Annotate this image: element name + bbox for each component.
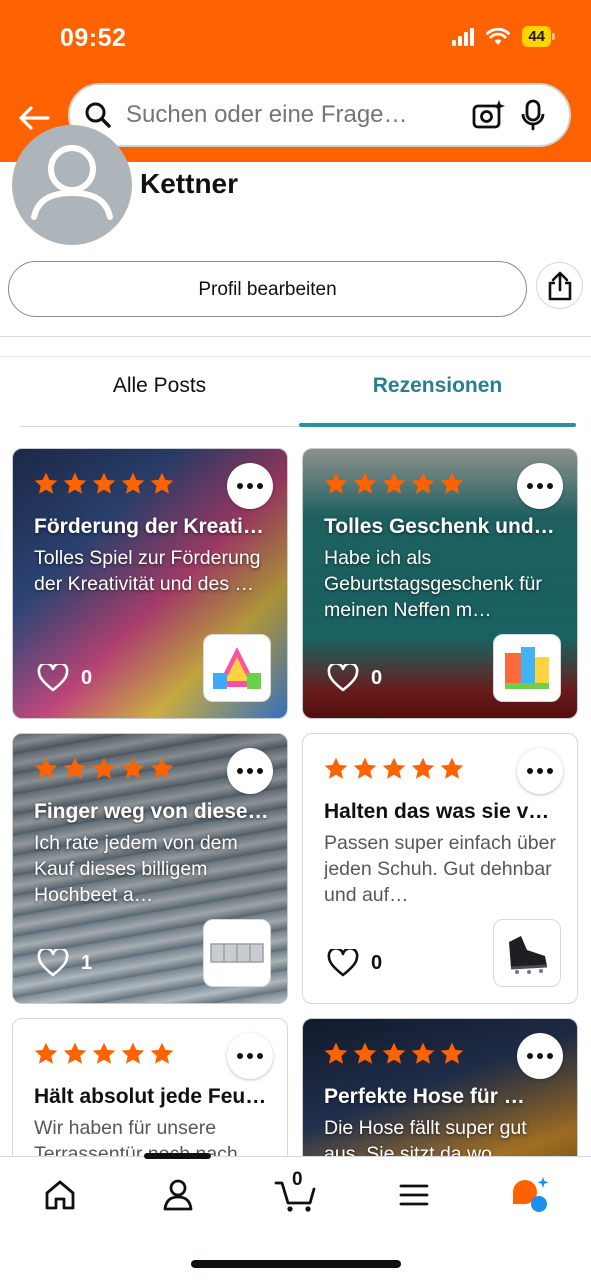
star-icon [63, 472, 87, 494]
star-icon [411, 472, 435, 494]
nav-home[interactable] [28, 1171, 92, 1219]
star-icon [440, 757, 464, 779]
star-icon [324, 472, 348, 494]
nav-menu[interactable] [382, 1171, 446, 1219]
star-icon [92, 472, 116, 494]
heart-icon [37, 949, 69, 977]
star-icon [324, 757, 348, 779]
star-icon [63, 1042, 87, 1064]
product-thumbnail[interactable] [203, 634, 271, 702]
magnetic-tiles-thumbnail [213, 647, 261, 689]
review-card[interactable]: Finger weg von diesem Hochbeet Ich rate … [12, 733, 288, 1004]
review-title: Hält absolut jede Feuchtigkeit [34, 1085, 269, 1108]
review-text: Ich rate jedem von dem Kauf dieses billi… [34, 832, 238, 906]
like-count: 0 [371, 666, 383, 689]
star-icon [34, 757, 58, 779]
account-icon [163, 1179, 193, 1211]
more-options-button[interactable] [227, 1033, 273, 1079]
star-icon [382, 472, 406, 494]
review-card[interactable]: Förderung der Kreativität Tolles Spiel z… [12, 448, 288, 719]
star-icon [121, 472, 145, 494]
star-icon [324, 1042, 348, 1064]
heart-icon [327, 664, 359, 692]
star-rating [33, 471, 175, 497]
more-options-button[interactable] [227, 748, 273, 794]
nav-cart[interactable]: 0 [264, 1169, 328, 1219]
star-icon [63, 757, 87, 779]
like-button[interactable]: 0 [327, 949, 382, 977]
bottom-navigation: 0 [0, 1153, 591, 1280]
heart-icon [37, 664, 69, 692]
like-count: 0 [371, 951, 383, 974]
product-thumbnail[interactable] [493, 634, 561, 702]
heart-icon [327, 949, 359, 977]
like-count: 0 [81, 666, 93, 689]
menu-icon [399, 1184, 429, 1206]
review-card[interactable]: Tolles Geschenk und … Habe ich als Gebur… [302, 448, 578, 719]
home-icon [45, 1180, 75, 1210]
star-icon [150, 472, 174, 494]
more-options-button[interactable] [227, 463, 273, 509]
star-rating [33, 1041, 175, 1067]
star-icon [34, 472, 58, 494]
review-title: Halten das was sie versprechen [324, 800, 559, 823]
review-text: Tolles Spiel zur Förderung der Kreativit… [34, 547, 261, 595]
star-icon [150, 1042, 174, 1064]
magnetic-tiles-box-thumbnail [505, 647, 549, 689]
shoe-spikes-thumbnail [509, 936, 548, 974]
star-rating [33, 756, 175, 782]
raised-bed-thumbnail [210, 943, 264, 963]
star-icon [34, 1042, 58, 1064]
like-count: 1 [81, 951, 93, 974]
star-icon [382, 757, 406, 779]
star-icon [92, 757, 116, 779]
star-icon [440, 472, 464, 494]
star-rating [323, 756, 465, 782]
star-icon [353, 472, 377, 494]
product-thumbnail[interactable] [493, 919, 561, 987]
active-nav-indicator [144, 1153, 211, 1159]
review-title: Tolles Geschenk und … [324, 515, 559, 538]
rufus-assistant-icon [513, 1177, 549, 1212]
nav-rufus[interactable] [498, 1171, 562, 1219]
review-text: Passen super einfach über jeden Schuh. G… [324, 832, 556, 906]
review-card[interactable]: Halten das was sie versprechen Passen su… [302, 733, 578, 1004]
star-icon [382, 1042, 406, 1064]
star-icon [92, 1042, 116, 1064]
like-button[interactable]: 0 [37, 664, 92, 692]
reviews-grid: Förderung der Kreativität Tolles Spiel z… [0, 0, 591, 1280]
review-title: Förderung der Kreativität [34, 515, 269, 538]
star-rating [323, 1041, 465, 1067]
more-options-button[interactable] [517, 1033, 563, 1079]
review-title: Perfekte Hose für … [324, 1085, 525, 1108]
star-icon [353, 1042, 377, 1064]
product-thumbnail[interactable] [203, 919, 271, 987]
more-options-button[interactable] [517, 463, 563, 509]
star-icon [121, 1042, 145, 1064]
star-icon [411, 1042, 435, 1064]
review-title: Finger weg von diesem Hochbeet [34, 800, 269, 823]
star-icon [353, 757, 377, 779]
star-icon [121, 757, 145, 779]
cart-count: 0 [292, 1169, 303, 1190]
star-icon [411, 757, 435, 779]
star-icon [440, 1042, 464, 1064]
star-rating [323, 471, 465, 497]
more-options-button[interactable] [517, 748, 563, 794]
like-button[interactable]: 1 [37, 949, 92, 977]
like-button[interactable]: 0 [327, 664, 382, 692]
home-indicator [191, 1260, 401, 1268]
review-text: Habe ich als Geburtstagsgeschenk für mei… [324, 547, 542, 621]
nav-account[interactable] [146, 1171, 210, 1219]
star-icon [150, 757, 174, 779]
